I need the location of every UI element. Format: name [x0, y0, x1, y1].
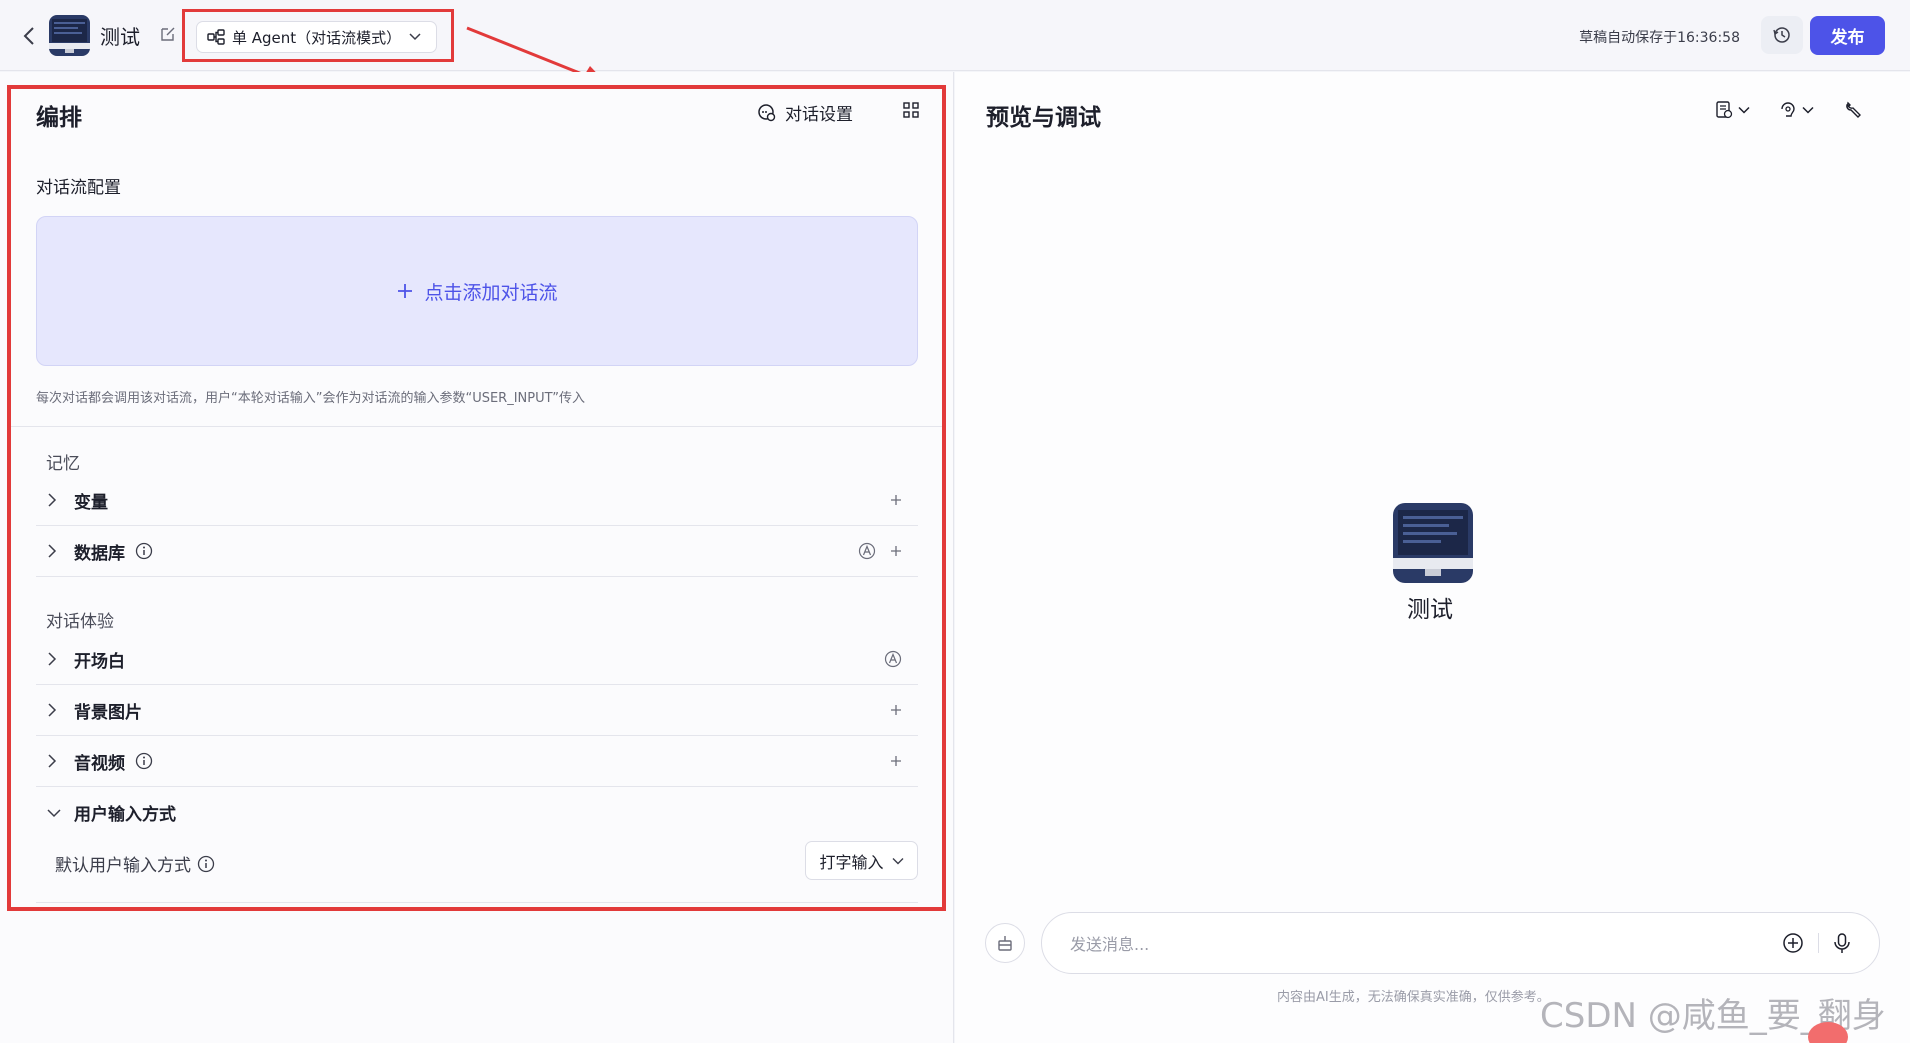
add-variable-icon[interactable] — [890, 494, 902, 506]
default-input-label: 默认用户输入方式 — [55, 856, 191, 876]
app-avatar — [49, 15, 90, 56]
chevron-down-icon — [892, 857, 904, 865]
add-background-icon[interactable] — [890, 704, 902, 716]
divider — [11, 426, 942, 427]
dialog-settings-label: 对话设置 — [785, 105, 853, 125]
bot-name: 测试 — [1407, 597, 1453, 623]
annotation-box-mode — [182, 9, 454, 62]
debug-tool-button[interactable] — [1844, 100, 1864, 120]
edit-icon[interactable] — [160, 26, 176, 42]
user-input-label: 用户输入方式 — [74, 805, 176, 825]
preview-title: 预览与调试 — [986, 105, 1101, 131]
add-audio-video-icon[interactable] — [890, 755, 902, 767]
microphone-icon[interactable] — [1833, 932, 1851, 954]
publish-button[interactable]: 发布 — [1810, 16, 1885, 55]
auto-icon[interactable] — [858, 542, 876, 560]
experience-group-label: 对话体验 — [46, 612, 114, 632]
info-icon[interactable] — [197, 855, 215, 873]
bot-avatar — [1393, 503, 1473, 583]
background-label: 背景图片 — [74, 702, 142, 723]
info-icon[interactable] — [135, 752, 153, 770]
flow-hint: 每次对话都会调用该对话流，用户“本轮对话输入”会作为对话流的输入参数“USER_… — [36, 391, 586, 406]
broom-icon — [995, 933, 1015, 953]
default-input-method: 默认用户输入方式 — [55, 851, 215, 876]
app-name: 测试 — [100, 25, 140, 49]
doc-debug-dropdown[interactable] — [1714, 100, 1750, 120]
message-placeholder: 发送消息... — [1070, 935, 1150, 954]
chevron-right-icon — [46, 702, 66, 718]
grid-layout-icon[interactable] — [903, 102, 919, 118]
chevron-right-icon — [46, 651, 66, 667]
document-icon — [1714, 100, 1734, 120]
divider — [36, 902, 918, 903]
user-input-row[interactable]: 用户输入方式 — [36, 787, 918, 838]
message-input[interactable]: 发送消息... — [1041, 912, 1880, 974]
settings-chat-icon — [757, 103, 777, 123]
voice-icon — [1778, 100, 1798, 120]
add-database-icon[interactable] — [890, 545, 902, 557]
chevron-down-icon — [1802, 106, 1814, 114]
wrench-icon — [1844, 100, 1864, 120]
add-attachment-icon[interactable] — [1782, 932, 1804, 954]
database-label: 数据库 — [74, 543, 125, 564]
ai-disclaimer: 内容由AI生成，无法确保真实准确，仅供参考。 — [1277, 990, 1550, 1005]
chevron-right-icon — [46, 543, 66, 559]
clear-context-button[interactable] — [985, 923, 1025, 963]
add-flow-label: 点击添加对话流 — [424, 281, 558, 304]
chevron-down-icon — [1738, 106, 1750, 114]
database-row[interactable]: 数据库 — [36, 526, 918, 577]
history-button[interactable] — [1761, 16, 1803, 54]
opening-label: 开场白 — [74, 651, 125, 672]
history-icon — [1772, 25, 1792, 45]
orchestration-title: 编排 — [36, 105, 82, 131]
divider — [1818, 933, 1819, 953]
back-icon[interactable] — [20, 24, 40, 48]
input-method-value: 打字输入 — [819, 852, 884, 872]
chevron-right-icon — [46, 753, 66, 769]
background-row[interactable]: 背景图片 — [36, 685, 918, 736]
autosave-status: 草稿自动保存于16:36:58 — [1579, 30, 1740, 46]
auto-icon[interactable] — [884, 650, 902, 668]
dialog-settings-button[interactable]: 对话设置 — [757, 100, 853, 125]
chevron-right-icon — [46, 492, 66, 508]
voice-dropdown[interactable] — [1778, 100, 1814, 120]
variables-label: 变量 — [74, 492, 108, 513]
input-method-select[interactable]: 打字输入 — [805, 841, 918, 880]
opening-row[interactable]: 开场白 — [36, 634, 918, 685]
variables-row[interactable]: 变量 — [36, 475, 918, 526]
info-icon[interactable] — [135, 542, 153, 560]
plus-icon — [396, 282, 414, 300]
memory-group-label: 记忆 — [46, 454, 80, 474]
chevron-down-icon — [46, 807, 66, 819]
add-flow-button[interactable]: 点击添加对话流 — [36, 216, 918, 366]
audio-video-row[interactable]: 音视频 — [36, 736, 918, 787]
audio-video-label: 音视频 — [74, 753, 125, 774]
flow-config-title: 对话流配置 — [36, 178, 121, 198]
